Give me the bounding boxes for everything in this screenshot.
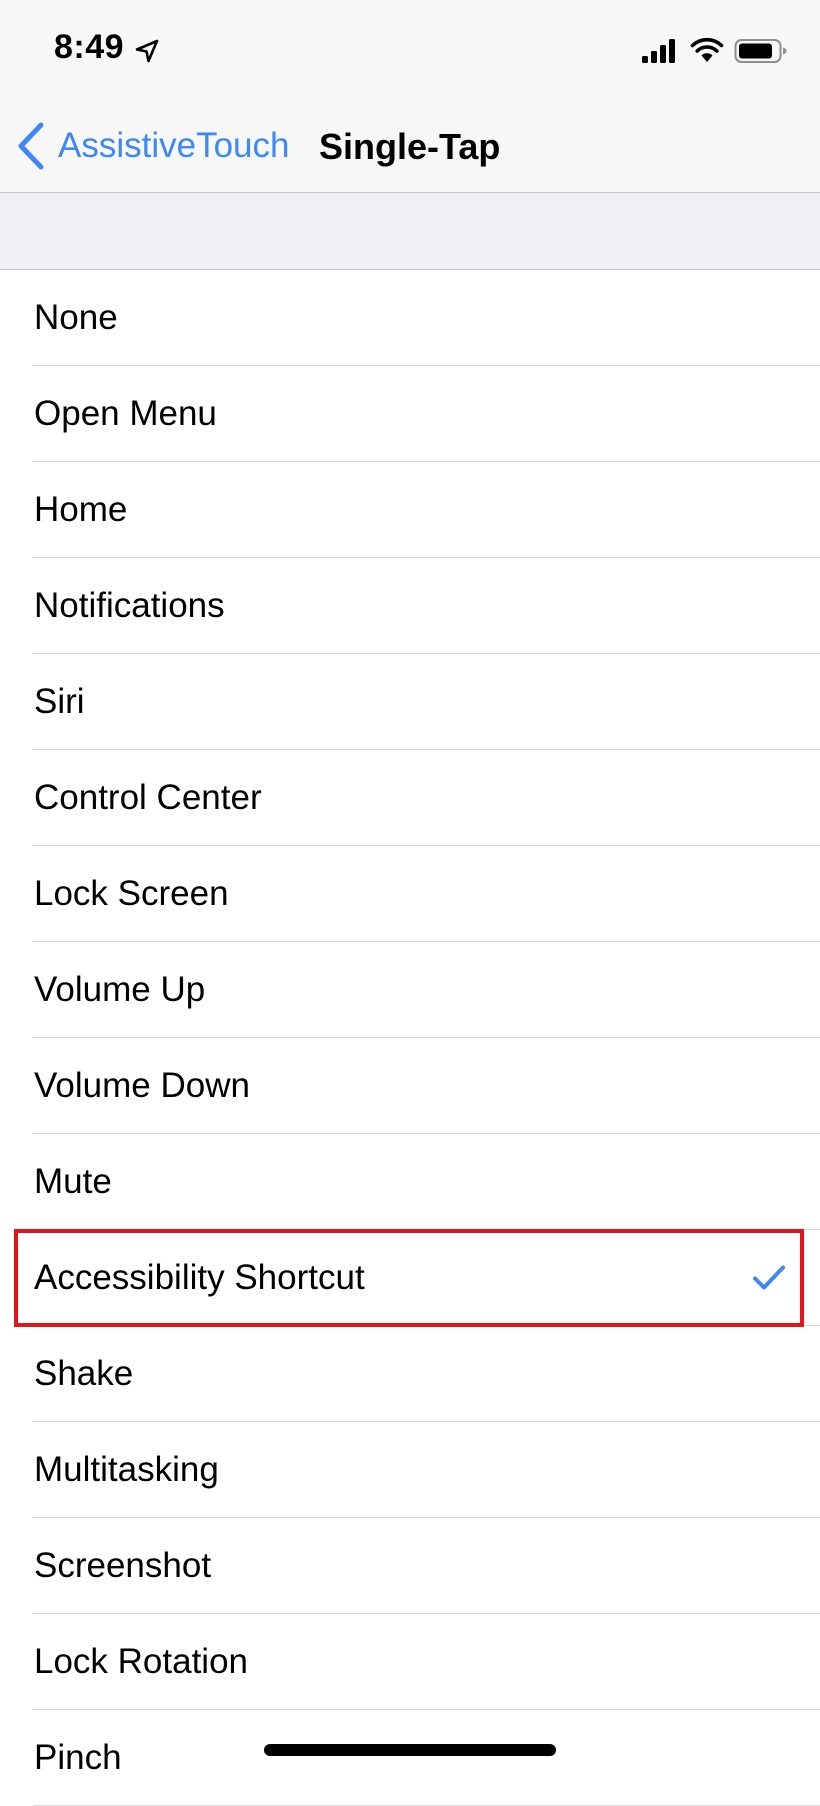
option-label: Multitasking bbox=[34, 1450, 219, 1489]
chevron-left-icon bbox=[18, 122, 44, 170]
home-indicator[interactable] bbox=[264, 1744, 556, 1756]
option-label: Notifications bbox=[34, 586, 225, 625]
back-button-label: AssistiveTouch bbox=[58, 126, 290, 165]
status-bar: 8:49 bbox=[0, 0, 820, 100]
battery-icon bbox=[734, 39, 787, 63]
option-label: Control Center bbox=[34, 778, 262, 817]
option-home[interactable]: Home bbox=[0, 462, 820, 558]
option-notifications[interactable]: Notifications bbox=[0, 558, 820, 654]
option-accessibility-shortcut[interactable]: Accessibility Shortcut bbox=[0, 1230, 820, 1326]
option-siri[interactable]: Siri bbox=[0, 654, 820, 750]
option-label: Home bbox=[34, 490, 128, 529]
option-open-menu[interactable]: Open Menu bbox=[0, 366, 820, 462]
back-button[interactable]: AssistiveTouch bbox=[16, 120, 289, 172]
option-label: Accessibility Shortcut bbox=[34, 1258, 365, 1297]
location-arrow-icon bbox=[135, 39, 159, 63]
option-mute[interactable]: Mute bbox=[0, 1134, 820, 1230]
option-multitasking[interactable]: Multitasking bbox=[0, 1422, 820, 1518]
option-label: Shake bbox=[34, 1354, 134, 1393]
option-label: Volume Down bbox=[34, 1066, 250, 1105]
option-screenshot[interactable]: Screenshot bbox=[0, 1518, 820, 1614]
option-control-center[interactable]: Control Center bbox=[0, 750, 820, 846]
cellular-signal-icon bbox=[642, 39, 675, 63]
option-shake[interactable]: Shake bbox=[0, 1326, 820, 1422]
option-label: Mute bbox=[34, 1162, 112, 1201]
navigation-bar: AssistiveTouch Single-Tap bbox=[0, 100, 820, 193]
option-label: Volume Up bbox=[34, 970, 206, 1009]
option-label: Siri bbox=[34, 682, 85, 721]
option-label: Lock Rotation bbox=[34, 1642, 249, 1681]
option-lock-rotation[interactable]: Lock Rotation bbox=[0, 1614, 820, 1710]
option-volume-down[interactable]: Volume Down bbox=[0, 1038, 820, 1134]
option-label: Pinch bbox=[34, 1738, 122, 1777]
single-tap-options-list: None Open Menu Home Notifications Siri C… bbox=[0, 270, 820, 1806]
option-label: Lock Screen bbox=[34, 874, 229, 913]
status-time: 8:49 bbox=[54, 28, 125, 66]
option-volume-up[interactable]: Volume Up bbox=[0, 942, 820, 1038]
option-label: None bbox=[34, 298, 118, 337]
option-label: Screenshot bbox=[34, 1546, 212, 1585]
option-pinch[interactable]: Pinch bbox=[0, 1710, 820, 1806]
checkmark-icon bbox=[753, 1265, 785, 1290]
option-none[interactable]: None bbox=[0, 270, 820, 366]
wifi-icon bbox=[690, 37, 724, 62]
option-label: Open Menu bbox=[34, 394, 217, 433]
page-title: Single-Tap bbox=[319, 126, 501, 167]
option-lock-screen[interactable]: Lock Screen bbox=[0, 846, 820, 942]
section-spacer bbox=[0, 193, 820, 270]
